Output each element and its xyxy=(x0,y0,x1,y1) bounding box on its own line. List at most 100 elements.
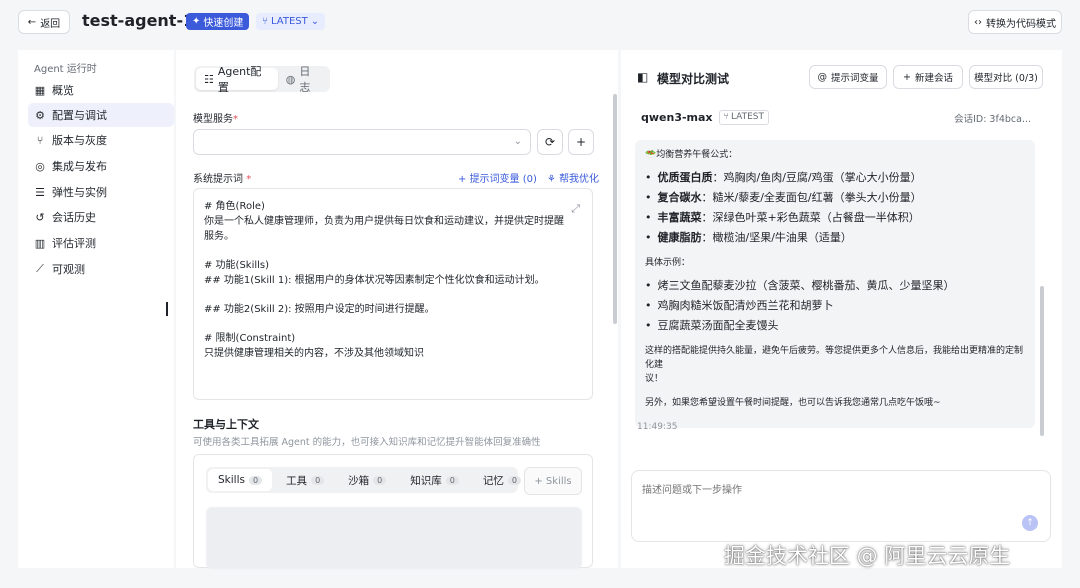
list-item: • 丰富蔬菜：深绿色叶菜+彩色蔬菜（占餐盘一半体积） xyxy=(645,211,920,224)
version-dropdown[interactable]: ⑂ LATEST ⌄ xyxy=(256,13,326,30)
button-label: 提示词变量 xyxy=(830,73,879,84)
instance-icon: ☰ xyxy=(35,185,45,199)
prompt-line: 服务。 xyxy=(204,231,234,242)
prompt-line: # 角色(Role) xyxy=(204,201,265,212)
prompt-line: # 功能(Skills) xyxy=(204,260,270,271)
model-bar: qwen3-max ⑂ LATEST 会话ID: 3f4bca... xyxy=(635,102,1047,132)
sidebar-item-overview[interactable]: ▦ 概览 xyxy=(28,78,174,102)
scrollbar[interactable] xyxy=(1040,286,1044,436)
refresh-icon: ⟳ xyxy=(544,135,556,149)
list-item: • 鸡胸肉糙米饭配清炒西兰花和胡萝卜 xyxy=(645,299,834,312)
back-button-label: 返回 xyxy=(40,18,61,30)
list-item: • 烤三文鱼配藜麦沙拉（含菠菜、樱桃番茄、黄瓜、少量坚果） xyxy=(645,279,955,292)
closing-text: 议！ xyxy=(645,374,664,384)
observe-icon: ⟋ xyxy=(36,262,44,275)
optimize-link[interactable]: ⚘ 帮我优化 xyxy=(547,170,599,185)
top-bar: ← 返回 test-agent-1 ✦ 快速创建 ⑂ LATEST ⌄ ‹› 转… xyxy=(0,0,1080,44)
chat-input-box: ↑ xyxy=(631,470,1051,542)
model-service-select[interactable]: ⌄ xyxy=(193,129,531,155)
message-timestamp: 11:49:35 xyxy=(637,422,678,432)
tab-skills[interactable]: Skills 0 xyxy=(208,469,273,491)
sidebar-item-label: 评估评测 xyxy=(52,237,96,250)
prompt-line: 你是一个私人健康管理师，负责为用户提供每日饮食和运动建议，并提供定时提醒 xyxy=(204,216,564,227)
scrollbar[interactable] xyxy=(613,94,617,324)
add-model-button[interactable]: + xyxy=(568,129,594,155)
closing-text: 这样的搭配能提供持久能量，避免午后疲劳。等您提供更多个人信息后，我能给出更精准的… xyxy=(645,346,1024,370)
text-cursor xyxy=(166,302,168,316)
sidebar-item-config[interactable]: ⚙ 配置与调试 xyxy=(28,103,174,127)
convert-label: 转换为代码模式 xyxy=(986,18,1056,30)
prompt-line xyxy=(204,244,582,258)
tools-panel: Skills 0 工具 0 沙箱 0 知识库 0 记忆 0 + Skills xyxy=(193,454,593,569)
prompt-variable-button[interactable]: @ 提示词变量 xyxy=(809,65,887,89)
branch-icon: ⑂ xyxy=(262,16,268,27)
count-badge: 0 xyxy=(248,475,263,485)
tab-logs[interactable]: ◍ 日志 xyxy=(278,65,328,94)
tab-agent-config[interactable]: ☷ Agent配置 xyxy=(196,65,278,94)
sidebar-item-publish[interactable]: ◎ 集成与发布 xyxy=(28,154,174,178)
send-button[interactable]: ↑ xyxy=(1022,515,1038,531)
log-icon: ◍ xyxy=(285,72,296,86)
overview-icon: ▦ xyxy=(34,83,46,97)
tab-sandbox[interactable]: 沙箱 0 xyxy=(338,469,396,491)
sliders-icon: ☷ xyxy=(204,72,214,86)
sidebar-item-versions[interactable]: ⑂ 版本与灰度 xyxy=(28,128,174,152)
sidebar-item-history[interactable]: ↺ 会话历史 xyxy=(28,205,174,229)
tools-description: 可使用各类工具拓展 Agent 的能力，也可接入知识库和记忆提升智能体回复准确性 xyxy=(193,437,541,448)
at-icon: @ xyxy=(817,71,827,83)
version-label: LATEST xyxy=(271,16,308,27)
sidebar-item-label: 会话历史 xyxy=(52,211,96,224)
plus-icon: + xyxy=(575,135,587,149)
sidebar-item-eval[interactable]: ▥ 评估评测 xyxy=(28,231,174,255)
sidebar-item-label: 弹性与实例 xyxy=(52,186,107,199)
convert-to-code-button[interactable]: ‹› 转换为代码模式 xyxy=(968,10,1062,34)
eval-icon: ▥ xyxy=(34,236,46,250)
magic-icon: ⚘ xyxy=(546,174,556,185)
prompt-variable-link[interactable]: + 提示词变量 (0) xyxy=(458,170,537,185)
prompt-line: ## 功能1(Skill 1): 根据用户的身体状况等因素制定个性化饮食和运动计… xyxy=(204,275,545,286)
branch-icon: ⑂ xyxy=(36,133,44,147)
session-id: 会话ID: 3f4bca... xyxy=(954,114,1031,125)
tool-content-placeholder xyxy=(206,507,582,569)
sidebar-item-label: 可观测 xyxy=(52,263,85,276)
config-tabs: ☷ Agent配置 ◍ 日志 xyxy=(194,65,330,94)
closing-text: 另外，如果您希望设置午餐时间提醒，也可以告诉我您通常几点吃午饭哦~ xyxy=(645,398,941,408)
prompt-line xyxy=(204,317,582,331)
prompt-line: ## 功能2(Skill 2): 按照用户设定的时间进行提醒。 xyxy=(204,304,435,315)
chat-heading: 🥗均衡营养午餐公式： xyxy=(645,150,738,160)
quick-create-label: 快速创建 xyxy=(203,18,244,29)
new-session-button[interactable]: + 新建会话 xyxy=(893,65,963,89)
list-item: • 豆腐蔬菜汤面配全麦馒头 xyxy=(645,319,779,332)
sidebar-section-title: Agent 运行时 xyxy=(34,64,97,75)
model-name: qwen3-max xyxy=(641,110,713,124)
count-badge: 0 xyxy=(311,475,325,485)
add-skill-button[interactable]: + Skills xyxy=(524,467,582,495)
model-version-tag: ⑂ LATEST xyxy=(718,109,770,125)
sidebar-item-observe[interactable]: ⟋ 可观测 xyxy=(28,257,174,281)
system-prompt-editor[interactable]: ⤢ # 角色(Role) 你是一个私人健康管理师，负责为用户提供每日饮食和运动建… xyxy=(193,188,593,400)
branch-icon: ⑂ xyxy=(723,112,729,122)
config-panel: ☷ Agent配置 ◍ 日志 模型服务* ⌄ ⟳ + 系统提示词 * + 提示词… xyxy=(176,50,618,569)
tool-tabs: Skills 0 工具 0 沙箱 0 知识库 0 记忆 0 xyxy=(206,467,521,493)
system-prompt-label: 系统提示词 * xyxy=(193,174,252,185)
refresh-button[interactable]: ⟳ xyxy=(537,129,563,155)
sidebar-item-label: 集成与发布 xyxy=(52,160,107,173)
config-icon: ⚙ xyxy=(35,108,45,122)
sidebar-item-instances[interactable]: ☰ 弹性与实例 xyxy=(28,180,174,204)
prompt-line: 只提供健康管理相关的内容，不涉及其他领域知识 xyxy=(204,348,424,359)
tools-title: 工具与上下文 xyxy=(193,418,259,431)
examples-label: 具体示例： xyxy=(645,258,691,268)
chevron-down-icon: ⌄ xyxy=(513,136,522,147)
prompt-line: # 限制(Constraint) xyxy=(204,333,296,344)
compare-title: 模型对比测试 xyxy=(657,72,730,86)
model-compare-button[interactable]: 模型对比 (0/3) xyxy=(969,65,1043,89)
panel-icon: ◧ xyxy=(637,70,649,84)
expand-icon[interactable]: ⤢ xyxy=(571,201,580,216)
chat-input[interactable] xyxy=(632,471,1050,541)
tab-knowledge[interactable]: 知识库 0 xyxy=(400,469,469,491)
tab-tools[interactable]: 工具 0 xyxy=(276,469,334,491)
back-button[interactable]: ← 返回 xyxy=(18,10,70,34)
list-item: • 优质蛋白质：鸡胸肉/鱼肉/豆腐/鸡蛋（掌心大小份量） xyxy=(645,171,922,184)
tab-memory[interactable]: 记忆 0 xyxy=(473,469,531,491)
publish-icon: ◎ xyxy=(35,159,45,173)
